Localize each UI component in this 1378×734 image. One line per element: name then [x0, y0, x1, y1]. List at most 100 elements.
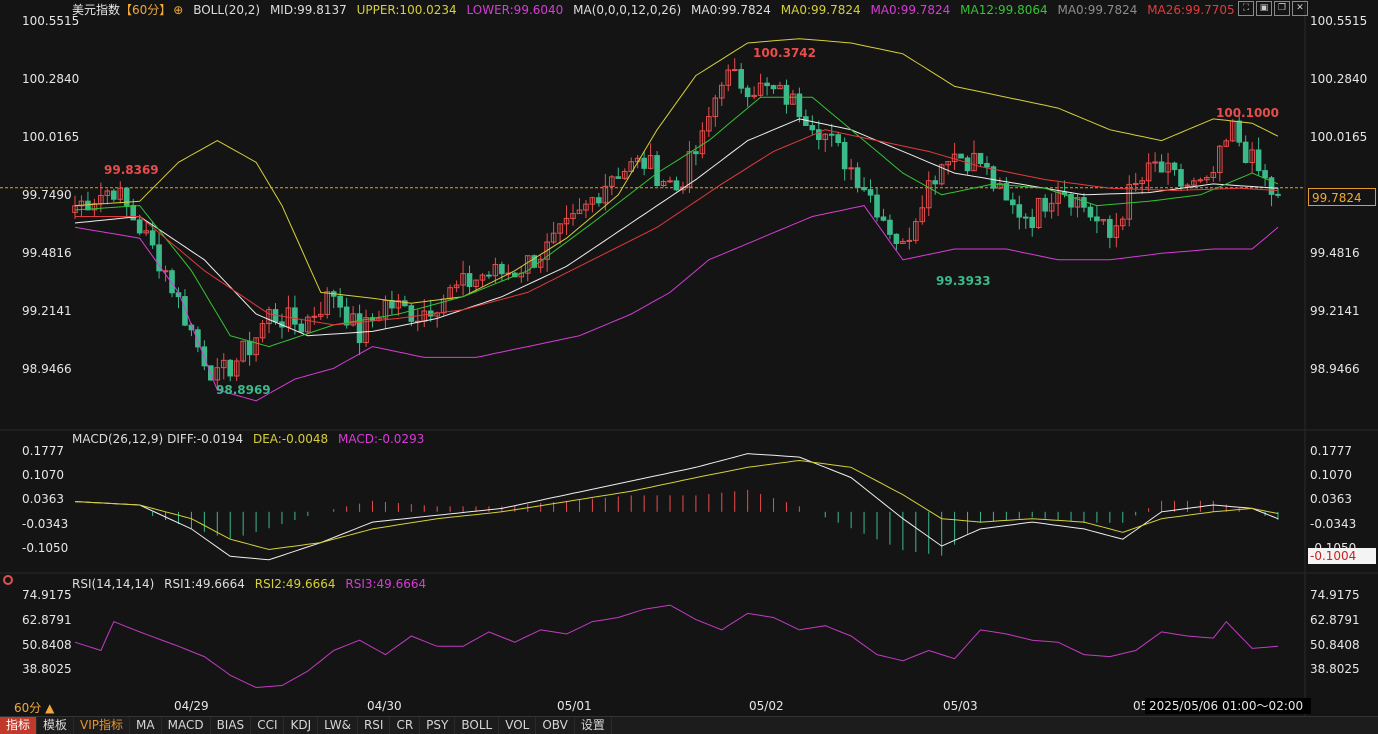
candle-body [337, 295, 343, 308]
low-label-1: 98.8969 [216, 383, 271, 397]
price-tick-left: 100.2840 [22, 72, 80, 86]
candle-body [964, 157, 971, 172]
candle-body [1262, 170, 1268, 179]
rsi-header: RSI(14,14,14) RSI1:49.6664 RSI2:49.6664 … [72, 577, 432, 591]
candle-body [1029, 216, 1036, 228]
ma26-value: MA26:99.7705 [1147, 3, 1235, 17]
candle-body [136, 219, 143, 234]
high-label-3: 100.1000 [1216, 106, 1280, 120]
price-tick-right: 100.5515 [1310, 14, 1368, 28]
tab-macd[interactable]: MACD [162, 717, 211, 734]
macd-dea: DEA:-0.0048 [252, 432, 329, 446]
date-label: 05/03 [943, 699, 978, 713]
macd-tick-left: 0.0363 [22, 492, 64, 507]
candle-body [1094, 216, 1100, 222]
rsi-tick-left: 74.9175 [22, 588, 72, 602]
candle-body [854, 167, 861, 188]
candle-body [958, 153, 964, 159]
tab-cci[interactable]: CCI [251, 717, 285, 734]
price-tick-left: 98.9466 [22, 362, 72, 376]
candle-body [874, 194, 880, 218]
boll-label[interactable]: BOLL(20,2) [193, 3, 260, 17]
rsi-label[interactable]: RSI(14,14,14) [72, 577, 154, 591]
tab-模板[interactable]: 模板 [37, 717, 75, 734]
macd-label[interactable]: MACD(26,12,9) [72, 432, 163, 446]
candle-body [984, 163, 990, 168]
ma-label[interactable]: MA(0,0,0,12,0,26) [573, 3, 681, 17]
candle-body [783, 84, 790, 105]
tab-ma[interactable]: MA [130, 717, 162, 734]
candle-body [1178, 169, 1184, 187]
close-icon[interactable]: ✕ [1292, 1, 1308, 16]
tab-psy[interactable]: PSY [420, 717, 456, 734]
candle-body [356, 313, 363, 344]
tab-vip指标[interactable]: VIP指标 [74, 717, 131, 734]
high-label-1: 99.8369 [104, 163, 159, 177]
candle-body [1171, 162, 1178, 171]
candle-body [893, 233, 900, 244]
candle-body [867, 189, 874, 196]
restore-icon[interactable]: ❐ [1274, 1, 1290, 16]
macd-tick-right: 0.1070 [1310, 468, 1352, 483]
price-tick-left: 99.2141 [22, 304, 72, 318]
candle-body [1158, 161, 1165, 173]
tab-kdj[interactable]: KDJ [284, 717, 319, 734]
boll-lower: LOWER:99.6040 [466, 3, 564, 17]
macd-tick-right: 0.1777 [1310, 444, 1352, 458]
candle-body [990, 166, 997, 189]
candle-body [654, 155, 660, 186]
candle-body [764, 82, 770, 87]
low-label-2: 99.3933 [936, 274, 991, 288]
candle-body [744, 87, 751, 98]
ma0-a: MA0:99.7824 [691, 3, 771, 17]
price-tick-right: 98.9466 [1310, 362, 1360, 376]
alert-icon[interactable] [3, 575, 13, 585]
candle-body [246, 340, 253, 356]
rsi-tick-left: 62.8791 [22, 612, 72, 627]
ma26-line [75, 129, 1279, 326]
candle-body [693, 151, 699, 155]
tab-指标[interactable]: 指标 [0, 717, 38, 734]
macd-diff-line [74, 453, 1279, 561]
candle-body [1022, 216, 1029, 219]
boll-mid-line [74, 118, 1279, 337]
tab-lw&[interactable]: LW& [318, 717, 358, 734]
period-badge[interactable]: 【60分】 [120, 3, 171, 17]
expand-icon[interactable]: ⛶ [1238, 1, 1254, 16]
macd-header: MACD(26,12,9) DIFF:-0.0194 DEA:-0.0048 MA… [72, 432, 430, 446]
candle-body [292, 307, 298, 325]
candle-body [402, 300, 408, 307]
tab-bias[interactable]: BIAS [211, 717, 252, 734]
rsi3-value: RSI3:49.6664 [345, 577, 427, 591]
candle-body [1236, 120, 1242, 143]
tab-cr[interactable]: CR [390, 717, 421, 734]
candle-body [111, 190, 117, 200]
rsi-tick-right: 38.8025 [1310, 662, 1360, 677]
candle-body [1107, 218, 1113, 238]
candle-body [227, 359, 234, 377]
rsi2-value: RSI2:49.6664 [254, 577, 336, 591]
candle-body [977, 152, 984, 165]
candle-body [1042, 197, 1048, 212]
candle-body [1003, 183, 1010, 201]
candle-body [667, 180, 673, 183]
tab-vol[interactable]: VOL [499, 717, 537, 734]
price-chart[interactable] [0, 0, 1378, 716]
rsi-line [74, 604, 1279, 689]
candle-body [149, 230, 156, 246]
candle-body [861, 186, 867, 191]
macd-tick-left: 0.1070 [22, 468, 64, 483]
period-selector[interactable]: 60分 ▲ [14, 699, 54, 716]
candle-body [641, 157, 647, 169]
price-tick-left: 99.4816 [22, 246, 72, 260]
candle-body [815, 129, 822, 140]
current-price-tag: 99.7824 [1308, 188, 1376, 206]
fullscreen-icon[interactable]: ▣ [1256, 1, 1272, 16]
tab-rsi[interactable]: RSI [358, 717, 391, 734]
price-tick-left: 100.0165 [22, 130, 80, 144]
candle-body [932, 180, 939, 185]
tab-obv[interactable]: OBV [536, 717, 575, 734]
tab-设置[interactable]: 设置 [575, 717, 612, 734]
settings-icon[interactable]: ⊕ [173, 3, 183, 17]
tab-boll[interactable]: BOLL [455, 717, 500, 734]
